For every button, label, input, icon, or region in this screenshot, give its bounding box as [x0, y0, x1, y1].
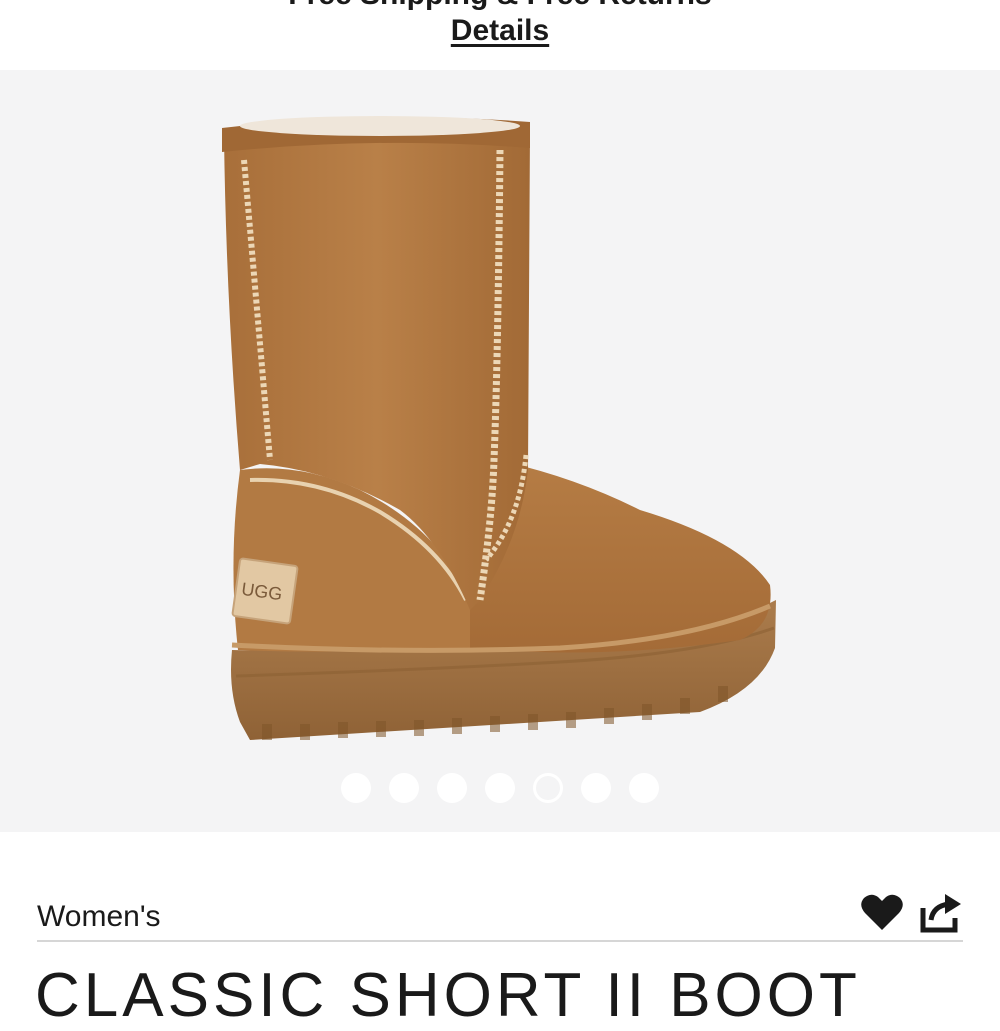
- product-info: Women's CLASSIC SHORT II BOOT: [0, 832, 1000, 1030]
- product-image: UGG: [222, 116, 776, 740]
- carousel-dot[interactable]: [533, 773, 563, 803]
- product-category: Women's: [37, 900, 161, 933]
- carousel-dot[interactable]: [581, 773, 611, 803]
- heart-icon[interactable]: [858, 888, 906, 936]
- details-link[interactable]: Details: [0, 14, 1000, 48]
- promo-bar: Free Shipping & Free Returns Details: [0, 0, 1000, 70]
- carousel-dot[interactable]: [485, 773, 515, 803]
- carousel-dot[interactable]: [629, 773, 659, 803]
- promo-text: Free Shipping & Free Returns: [0, 0, 1000, 12]
- carousel-dots: [0, 773, 1000, 805]
- product-image-gallery[interactable]: UGG: [0, 70, 1000, 832]
- share-icon[interactable]: [917, 888, 965, 936]
- product-title: CLASSIC SHORT II BOOT: [35, 961, 861, 1030]
- divider: [37, 940, 963, 942]
- brand-tag: UGG: [231, 557, 299, 625]
- carousel-dot[interactable]: [437, 773, 467, 803]
- carousel-dot[interactable]: [389, 773, 419, 803]
- carousel-dot[interactable]: [341, 773, 371, 803]
